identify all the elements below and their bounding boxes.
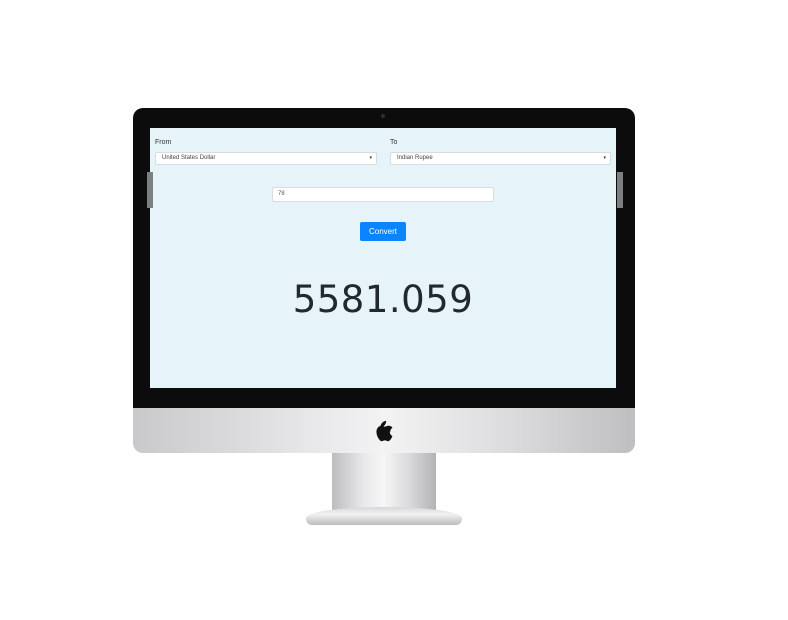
from-currency-value: United States Dollar (162, 155, 216, 161)
imac-monitor: From United States Dollar ▾ To Indian Ru… (133, 108, 635, 453)
side-tab-left (147, 172, 153, 208)
side-tab-right (617, 172, 623, 208)
to-label: To (390, 139, 398, 146)
to-currency-value: Indian Rupee (397, 155, 433, 161)
monitor-stand-neck (332, 453, 436, 511)
app-screen: From United States Dollar ▾ To Indian Ru… (150, 128, 616, 388)
camera-icon (381, 114, 385, 118)
from-label: From (155, 139, 172, 146)
monitor-bezel: From United States Dollar ▾ To Indian Ru… (133, 108, 635, 408)
convert-button[interactable]: Convert (360, 222, 406, 241)
apple-logo-icon (376, 420, 393, 442)
amount-input[interactable]: 78 (272, 187, 494, 202)
chevron-down-icon: ▾ (603, 155, 606, 161)
from-currency-select[interactable]: United States Dollar ▾ (155, 152, 377, 165)
monitor-stand-base (306, 507, 462, 525)
chevron-down-icon: ▾ (369, 155, 372, 161)
conversion-result: 5581.059 (292, 278, 474, 321)
to-currency-select[interactable]: Indian Rupee ▾ (390, 152, 611, 165)
